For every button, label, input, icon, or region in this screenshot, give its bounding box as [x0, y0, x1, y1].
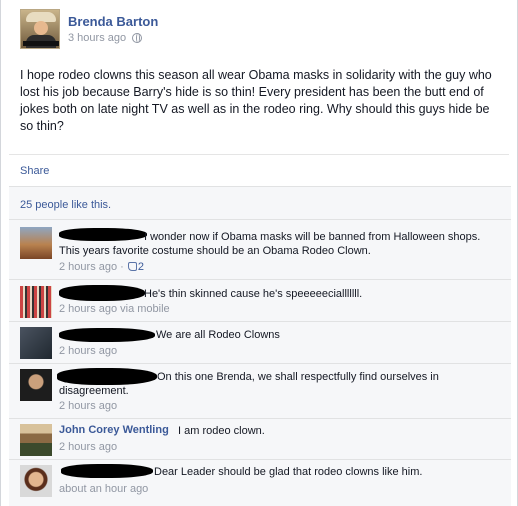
facebook-post: Brenda Barton 3 hours ago I hope rodeo c…	[0, 0, 518, 506]
comment-time[interactable]: 2 hours ago	[59, 261, 117, 273]
comment-avatar[interactable]	[20, 286, 52, 318]
redacted-name	[59, 285, 145, 301]
post-text: I hope rodeo clowns this season all wear…	[20, 68, 492, 133]
likes-count-link[interactable]: 25 people like this.	[20, 199, 111, 211]
comment-like-count[interactable]: 2	[138, 261, 144, 273]
share-link[interactable]: Share	[20, 165, 49, 177]
comment-avatar[interactable]	[20, 227, 52, 259]
divider	[9, 154, 509, 155]
comment-avatar[interactable]	[20, 327, 52, 359]
author-name[interactable]: Brenda Barton	[68, 14, 158, 29]
comment-time[interactable]: 2 hours ago	[59, 400, 117, 412]
divider	[9, 459, 511, 460]
like-thumb-icon[interactable]	[127, 262, 137, 271]
comment-time[interactable]: 2 hours ago via mobile	[59, 303, 170, 315]
comment-avatar[interactable]	[20, 465, 52, 497]
redacted-name	[61, 464, 153, 478]
comment-avatar[interactable]	[20, 369, 52, 401]
comment-time[interactable]: about an hour ago	[59, 483, 148, 495]
divider	[9, 418, 511, 419]
author-avatar[interactable]	[20, 9, 60, 49]
divider	[9, 219, 511, 220]
comment-avatar[interactable]	[20, 424, 52, 456]
comment-text: Dear Leader should be glad that rodeo cl…	[154, 466, 423, 478]
globe-icon	[132, 33, 142, 43]
post-timestamp[interactable]: 3 hours ago	[68, 32, 126, 44]
divider	[9, 321, 511, 322]
divider	[9, 279, 511, 280]
comment-text: He's thin skinned cause he's speeeeecial…	[144, 288, 363, 300]
comment-time[interactable]: 2 hours ago	[59, 345, 117, 357]
comment-meta: 2 hours ago · 2	[59, 261, 144, 273]
commenter-name[interactable]: John Corey Wentling	[59, 424, 169, 436]
comment-text: On this one Brenda, we shall respectfull…	[59, 371, 439, 397]
comment-text: I wonder now if Obama masks will be bann…	[59, 231, 481, 257]
comment-time[interactable]: 2 hours ago	[59, 441, 117, 453]
divider	[9, 363, 511, 364]
redacted-name	[59, 328, 155, 342]
comment-text: We are all Rodeo Clowns	[156, 329, 280, 341]
comment-text: I am rodeo clown.	[178, 425, 265, 437]
meta-separator: ·	[120, 261, 124, 273]
